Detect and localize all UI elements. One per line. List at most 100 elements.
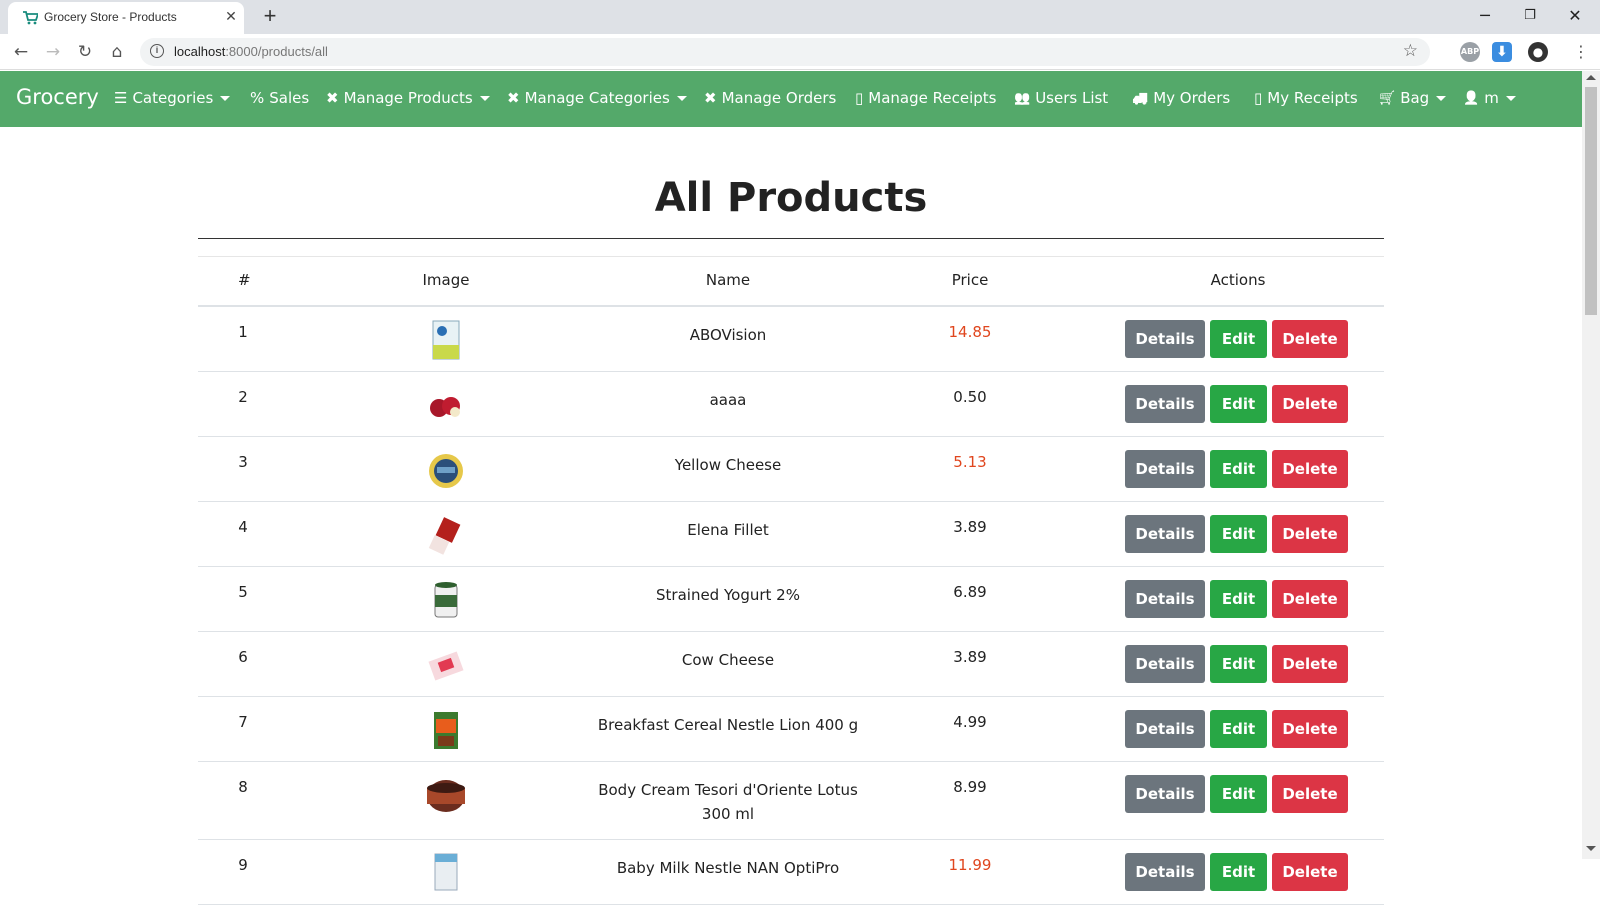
delete-button[interactable]: Delete [1272, 645, 1348, 683]
nav-item-label: m [1484, 89, 1499, 107]
bookmark-star-icon[interactable]: ☆ [1403, 41, 1418, 61]
edit-button[interactable]: Edit [1210, 775, 1267, 813]
minimize-icon[interactable]: ─ [1468, 4, 1502, 28]
home-icon[interactable]: ⌂ [106, 41, 128, 63]
caret-down-icon [220, 95, 231, 101]
product-image [429, 454, 463, 488]
page-scrollbar[interactable] [1582, 71, 1600, 859]
delete-button[interactable]: Delete [1272, 775, 1348, 813]
nav-item-bag[interactable]: 🛒 Bag [1379, 89, 1447, 107]
browser-menu-icon[interactable]: ⋮ [1570, 41, 1592, 63]
nav-item-manage-receipts[interactable]: ▯ Manage Receipts [855, 89, 996, 107]
delete-button[interactable]: Delete [1272, 515, 1348, 553]
header-image: Image [422, 271, 470, 289]
nav-item-categories[interactable]: ☰ Categories [114, 89, 231, 107]
nav-item-users-list[interactable]: 👥 Users List [1014, 89, 1108, 107]
details-button[interactable]: Details [1125, 710, 1205, 748]
tools-icon: ✖ [507, 89, 520, 107]
product-name: Strained Yogurt 2% [656, 586, 800, 604]
nav-item-manage-products[interactable]: ✖ Manage Products [326, 89, 490, 107]
scroll-thumb[interactable] [1585, 87, 1597, 315]
row-number: 3 [238, 453, 248, 471]
details-button[interactable]: Details [1125, 645, 1205, 683]
delete-button[interactable]: Delete [1272, 710, 1348, 748]
caret-down-icon [1505, 95, 1516, 101]
product-price: 8.99 [953, 778, 987, 796]
delete-button[interactable]: Delete [1272, 320, 1348, 358]
tab-close-icon[interactable]: ✕ [222, 8, 240, 26]
address-bar[interactable]: i localhost:8000/products/all ☆ [140, 38, 1430, 66]
details-button[interactable]: Details [1125, 515, 1205, 553]
url-path: :8000/products/all [225, 44, 328, 59]
product-price: 6.89 [953, 583, 987, 601]
edit-button[interactable]: Edit [1210, 385, 1267, 423]
browser-tab-strip: Grocery Store - Products ✕ + ─ ❐ ✕ [0, 0, 1600, 34]
new-tab-icon[interactable]: + [258, 4, 282, 28]
details-button[interactable]: Details [1125, 580, 1205, 618]
adblock-label: ABP [1460, 47, 1480, 56]
caret-down-icon [1436, 95, 1447, 101]
reload-icon[interactable]: ↻ [74, 41, 96, 63]
nav-item-manage-categories[interactable]: ✖ Manage Categories [507, 89, 687, 107]
url-text[interactable]: localhost:8000/products/all [174, 44, 328, 59]
edit-button[interactable]: Edit [1210, 320, 1267, 358]
brand-link[interactable]: Grocery [16, 85, 99, 109]
table-row: 1 ABOVision 14.85 Details Edit Delete [198, 307, 1384, 372]
details-button[interactable]: Details [1125, 450, 1205, 488]
product-name: Yellow Cheese [674, 456, 782, 474]
details-button[interactable]: Details [1125, 775, 1205, 813]
table-header: # Image Name Price Actions [198, 257, 1384, 307]
details-button[interactable]: Details [1125, 320, 1205, 358]
nav-item-label: Sales [269, 89, 310, 107]
nav-item-my-orders[interactable]: 🚚 My Orders [1132, 89, 1230, 107]
product-price: 3.89 [953, 518, 987, 536]
header-name: Name [705, 271, 751, 289]
url-host: localhost [174, 44, 226, 59]
scroll-down-arrow-icon[interactable] [1586, 846, 1596, 851]
adblock-extension-icon[interactable]: ABP [1460, 42, 1480, 62]
details-button[interactable]: Details [1125, 385, 1205, 423]
nav-item-label: Manage Orders [721, 89, 837, 107]
product-price: 0.50 [953, 388, 987, 406]
delete-button[interactable]: Delete [1272, 450, 1348, 488]
product-price: 14.85 [948, 323, 992, 341]
restore-icon[interactable]: ❐ [1513, 4, 1547, 28]
edit-button[interactable]: Edit [1210, 580, 1267, 618]
product-image [428, 651, 464, 681]
edit-button[interactable]: Edit [1210, 515, 1267, 553]
app-navbar: Grocery ☰ Categories% Sales ✖ Manage Product… [0, 71, 1582, 127]
edit-button[interactable]: Edit [1210, 645, 1267, 683]
browser-tab[interactable]: Grocery Store - Products ✕ [8, 2, 244, 34]
header-price: Price [951, 271, 989, 289]
window-close-icon[interactable]: ✕ [1558, 4, 1592, 28]
nav-item-sales[interactable]: % Sales [250, 89, 309, 107]
nav-item-label: Bag [1400, 89, 1430, 107]
edit-button[interactable]: Edit [1210, 450, 1267, 488]
delete-button[interactable]: Delete [1272, 385, 1348, 423]
users-icon: 👥 [1014, 90, 1031, 106]
nav-item-label: My Orders [1153, 89, 1231, 107]
site-info-icon[interactable]: i [150, 44, 164, 58]
nav-item-manage-orders[interactable]: ✖ Manage Orders [704, 89, 836, 107]
edit-button[interactable]: Edit [1210, 710, 1267, 748]
nav-item-label: Categories [132, 89, 214, 107]
browser-toolbar: ← → ↻ ⌂ i localhost:8000/products/all ☆ … [0, 34, 1600, 70]
nav-item-label: Manage Products [343, 89, 473, 107]
nav-item-my-receipts[interactable]: ▯ My Receipts [1254, 89, 1358, 107]
download-extension-icon[interactable]: ⬇ [1492, 42, 1512, 62]
profile-avatar-icon[interactable]: ● [1528, 42, 1548, 62]
row-number: 4 [238, 518, 248, 536]
table-row: 4 Elena Fillet 3.89 Details Edit Delete [198, 502, 1384, 567]
nav-item-m[interactable]: 👤 m [1463, 89, 1516, 107]
forward-icon[interactable]: → [42, 41, 64, 63]
product-image [430, 397, 460, 417]
nav-item-label: Manage Categories [524, 89, 670, 107]
product-price: 4.99 [953, 713, 987, 731]
delete-button[interactable]: Delete [1272, 580, 1348, 618]
table-row: 2 aaaa 0.50 Details Edit Delete [198, 372, 1384, 437]
table-row: 5 Strained Yogurt 2% 6.89 Details Edit Delete [198, 567, 1384, 632]
scroll-up-arrow-icon[interactable] [1586, 75, 1596, 80]
back-icon[interactable]: ← [10, 41, 32, 63]
tools-icon: ✖ [704, 89, 717, 107]
row-number: 6 [238, 648, 248, 666]
